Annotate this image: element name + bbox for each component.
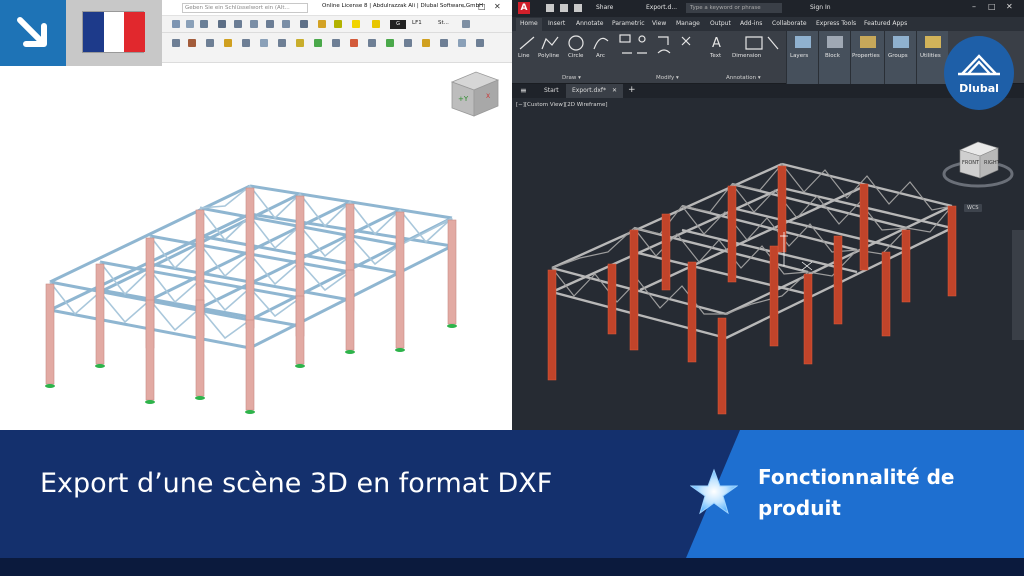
viewcube-icon[interactable]: FRONT RIGHT [940,134,1016,194]
dlubal-logo-icon [944,36,1014,110]
navcube-axis-x-label: X [486,93,490,100]
france-flag-icon [82,11,145,53]
navcube-axis-label: +Y [458,95,469,103]
cad-columns [547,165,957,415]
banner-bottom-strip [0,558,1024,576]
feature-label: Fonctionnalité de produit [758,465,955,520]
dlubal-bridge-icon [958,54,1000,76]
page-title: Export d’une scène 3D en format DXF [40,468,553,499]
viewcube-front: FRONT [962,160,980,166]
navcube-icon[interactable]: +Y X [446,68,502,120]
navigation-bar[interactable] [1012,230,1024,340]
rfem-columns [45,187,457,411]
arrow-badge [0,0,66,66]
screen: Geben Sie ein Schlüsselwort ein (Alt... … [0,0,1024,576]
language-badge [0,0,162,66]
arrow-down-right-icon [17,17,47,47]
star-icon [690,468,738,515]
dlubal-brand-name: Dlubal [959,82,999,95]
wcs-button[interactable]: WCS [964,204,982,212]
viewcube-right: RIGHT [984,160,1001,166]
